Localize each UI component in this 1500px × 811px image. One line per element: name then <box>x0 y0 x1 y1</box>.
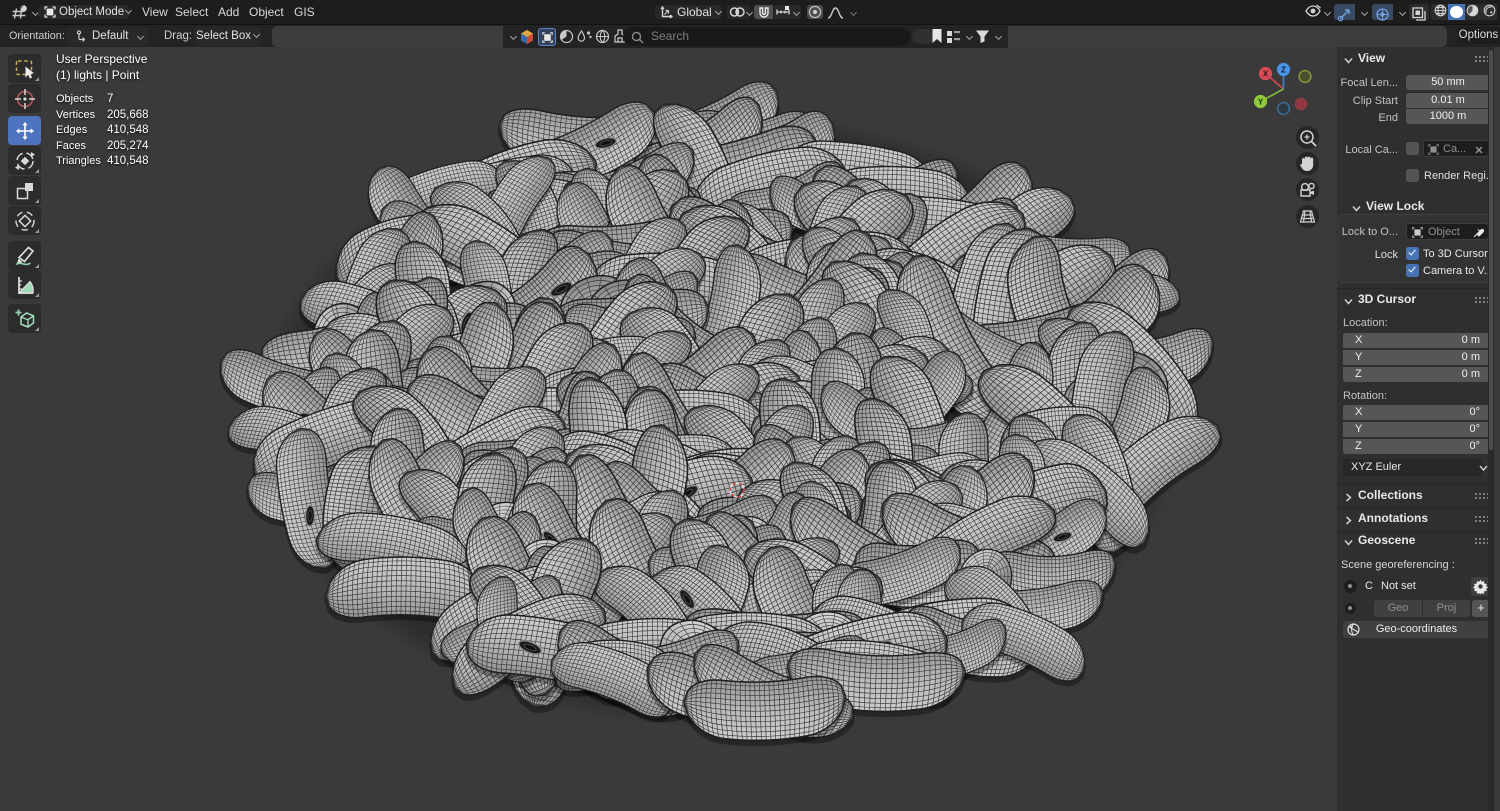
svg-text:X: X <box>1263 70 1269 79</box>
svg-text:Z: Z <box>1281 66 1286 75</box>
svg-text:Y: Y <box>1258 98 1264 107</box>
